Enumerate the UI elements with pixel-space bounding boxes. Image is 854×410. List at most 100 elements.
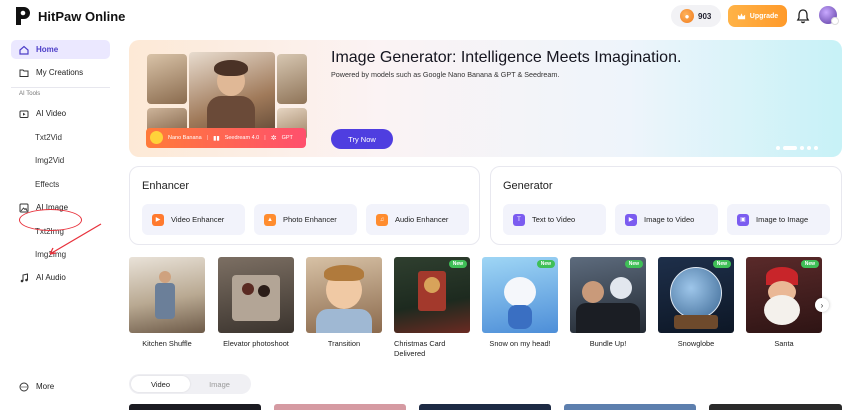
tool-label: Image to Video	[644, 215, 695, 224]
template-thumb-elevator-photoshoot[interactable]	[218, 257, 294, 333]
app-name: HitPaw Online	[38, 8, 126, 24]
upgrade-button[interactable]: Upgrade	[728, 5, 787, 27]
sidebar-item-effects[interactable]: Effects	[35, 180, 59, 189]
template-thumb-snowglobe[interactable]: New	[658, 257, 734, 333]
carousel-dot-active[interactable]	[783, 146, 797, 150]
template-thumb-snow-on-my-head[interactable]: New	[482, 257, 558, 333]
template-thumb-bundle-up[interactable]: New	[570, 257, 646, 333]
template-thumb-kitchen-shuffle[interactable]	[129, 257, 205, 333]
carousel-dot[interactable]	[807, 146, 811, 150]
sidebar-item-label: My Creations	[36, 68, 84, 77]
video-card-preview[interactable]	[419, 404, 551, 410]
tab-image[interactable]: Image	[190, 376, 249, 392]
hero-title: Image Generator: Intelligence Meets Imag…	[331, 49, 682, 66]
user-avatar[interactable]	[819, 6, 839, 25]
tool-image-to-video[interactable]: ▶ Image to Video	[615, 204, 718, 235]
video-card-preview[interactable]	[129, 404, 261, 410]
tool-audio-enhancer[interactable]: ♫ Audio Enhancer	[366, 204, 469, 235]
carousel-dots[interactable]	[776, 146, 818, 150]
image-to-image-icon: ▣	[737, 213, 749, 226]
model-name: Nano Banana	[168, 135, 202, 141]
tool-label: Image to Image	[756, 215, 809, 224]
gpt-icon: ✲	[270, 135, 277, 142]
new-badge: New	[624, 260, 643, 268]
video-icon	[19, 109, 29, 119]
annotation-arrow-icon	[49, 223, 102, 255]
template-label: Snowglobe	[677, 339, 715, 348]
model-name: Seedream 4.0	[224, 135, 260, 141]
video-enhancer-icon: ▶	[152, 213, 164, 226]
sidebar-item-ai-video[interactable]: AI Video	[11, 104, 110, 123]
template-label: Transition	[327, 339, 361, 348]
bell-icon[interactable]	[796, 8, 810, 24]
new-badge: New	[712, 260, 731, 268]
audio-enhancer-icon: ♫	[376, 213, 388, 226]
sidebar-item-txt2vid[interactable]: Txt2Vid	[35, 133, 62, 142]
tool-image-to-image[interactable]: ▣ Image to Image	[727, 204, 830, 235]
banana-icon	[150, 131, 163, 144]
template-thumb-santa[interactable]: New	[746, 257, 822, 333]
crown-icon	[737, 12, 745, 19]
hero-banner[interactable]: Nano Banana | ▮▮ Seedream 4.0 | ✲ GPT Im…	[129, 40, 842, 157]
sidebar-item-img2vid[interactable]: Img2Vid	[35, 156, 64, 165]
chevron-right-icon: ›	[820, 300, 824, 310]
tool-photo-enhancer[interactable]: ▲ Photo Enhancer	[254, 204, 357, 235]
top-bar: HitPaw Online ● 903 Upgrade	[0, 0, 854, 34]
template-thumb-christmas-card[interactable]: New	[394, 257, 470, 333]
tool-video-enhancer[interactable]: ▶ Video Enhancer	[142, 204, 245, 235]
image-to-video-icon: ▶	[625, 213, 637, 226]
credits-badge[interactable]: ● 903	[671, 5, 721, 27]
section-label-ai-tools: AI Tools	[19, 91, 41, 97]
collage-photo	[147, 54, 187, 104]
sidebar-item-home[interactable]: Home	[11, 40, 110, 59]
tool-label: Text to Video	[532, 215, 576, 224]
upgrade-label: Upgrade	[749, 12, 779, 20]
more-icon	[19, 382, 29, 392]
generator-title: Generator	[503, 180, 553, 192]
tool-text-to-video[interactable]: T Text to Video	[503, 204, 606, 235]
tab-video[interactable]: Video	[131, 376, 190, 392]
template-thumb-transition[interactable]	[306, 257, 382, 333]
media-type-tabs: Video Image	[129, 374, 251, 394]
tool-label: Audio Enhancer	[395, 215, 449, 224]
hero-subtitle: Powered by models such as Google Nano Ba…	[331, 70, 560, 79]
sidebar-item-label: AI Video	[36, 109, 67, 118]
sidebar-item-label: AI Audio	[36, 273, 66, 282]
template-label: Kitchen Shuffle	[142, 339, 192, 348]
sidebar-item-my-creations[interactable]: My Creations	[11, 63, 110, 82]
template-label: Snow on my head!	[489, 339, 551, 348]
new-badge: New	[800, 260, 819, 268]
credits-count: 903	[698, 11, 712, 21]
carousel-dot[interactable]	[814, 146, 818, 150]
video-card-preview[interactable]	[564, 404, 696, 410]
gallery-next-button[interactable]: ›	[815, 298, 829, 312]
sidebar-item-ai-audio[interactable]: AI Audio	[11, 268, 110, 287]
app-logo[interactable]: HitPaw Online	[14, 6, 125, 26]
sidebar-divider	[11, 87, 110, 88]
home-icon	[19, 45, 29, 55]
template-label: Elevator photoshoot	[223, 339, 289, 348]
model-list: Nano Banana | ▮▮ Seedream 4.0 | ✲ GPT	[146, 128, 306, 148]
sidebar-item-label: Home	[36, 45, 59, 54]
seedream-icon: ▮▮	[213, 135, 220, 142]
hitpaw-logo-icon	[16, 7, 30, 25]
music-note-icon	[19, 272, 29, 283]
collage-photo	[277, 54, 307, 104]
video-card-preview[interactable]	[274, 404, 406, 410]
sidebar-item-label: More	[36, 382, 55, 391]
generator-card: Generator T Text to Video ▶ Image to Vid…	[490, 166, 842, 245]
template-label: Bundle Up!	[589, 339, 627, 348]
carousel-dot[interactable]	[776, 146, 780, 150]
text-to-video-icon: T	[513, 213, 525, 226]
try-now-button[interactable]: Try Now	[331, 129, 393, 149]
coin-icon: ●	[680, 9, 694, 23]
new-badge: New	[448, 260, 467, 268]
carousel-dot[interactable]	[800, 146, 804, 150]
new-badge: New	[536, 260, 555, 268]
video-card-preview[interactable]	[709, 404, 842, 410]
model-name: GPT	[281, 135, 293, 141]
collage-photo	[189, 52, 275, 138]
tool-label: Video Enhancer	[171, 215, 225, 224]
photo-enhancer-icon: ▲	[264, 213, 276, 226]
sidebar-item-more[interactable]: More	[11, 377, 110, 396]
